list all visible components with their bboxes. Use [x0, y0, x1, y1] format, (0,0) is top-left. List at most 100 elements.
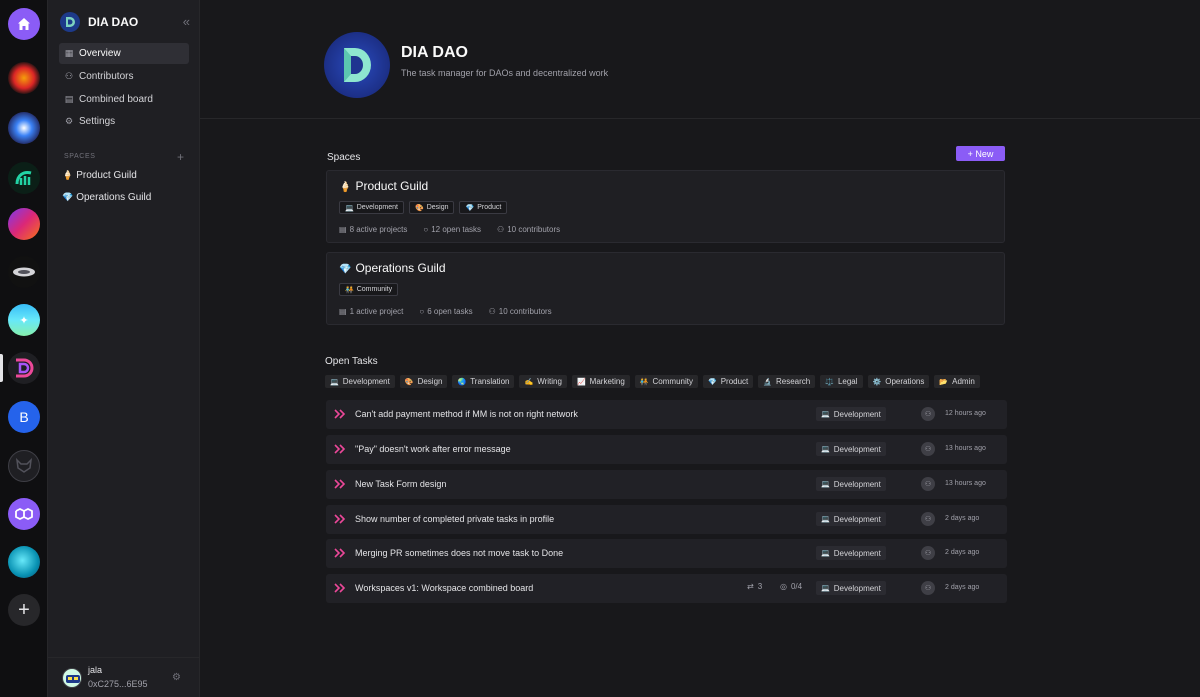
stat-value: 12 open tasks	[431, 225, 482, 234]
task-row[interactable]: Merging PR sometimes does not move task …	[326, 539, 1007, 568]
chart-icon: 📈	[576, 378, 586, 386]
assignee-avatar-icon[interactable]: ⚇	[921, 581, 935, 595]
nav-item-contributors[interactable]: ⚇ Contributors	[59, 66, 189, 87]
task-row[interactable]: Workspaces v1: Workspace combined board …	[326, 574, 1007, 603]
assignee-avatar-icon[interactable]: ⚇	[921, 442, 935, 456]
workspace-avatar-3[interactable]	[8, 162, 40, 194]
tag-development[interactable]: 💻 Development	[339, 201, 404, 214]
assignee-avatar-icon[interactable]: ⚇	[921, 477, 935, 491]
filter-product[interactable]: 💎 Product	[702, 375, 754, 388]
org-name: DIA DAO	[88, 15, 139, 29]
task-tag[interactable]: 💻 Development	[816, 512, 886, 526]
plus-icon: +	[18, 598, 30, 621]
add-space-icon[interactable]: +	[177, 150, 184, 164]
filter-label: Development	[342, 377, 390, 386]
workspace-avatar-bird[interactable]	[8, 546, 40, 578]
subtask-value: 0/4	[790, 582, 803, 591]
filter-legal[interactable]: ⚖️ Legal	[820, 375, 863, 388]
space-card-tags: 🧑‍🤝‍🧑 Community	[339, 283, 399, 296]
projects-icon: ▤	[339, 307, 347, 316]
filter-marketing[interactable]: 📈 Marketing	[571, 375, 630, 388]
dework-logo-icon	[16, 358, 34, 378]
user-name: jala	[88, 665, 103, 675]
task-row[interactable]: Can't add payment method if MM is not on…	[326, 400, 1007, 429]
sidebar-space-operations-guild[interactable]: 💎 Operations Guild	[62, 192, 151, 203]
tag-label: Development	[356, 204, 398, 211]
circle-icon: ○	[423, 225, 429, 234]
workspace-avatar-5[interactable]	[8, 256, 40, 288]
filter-development[interactable]: 💻 Development	[325, 375, 395, 388]
spaces-heading: Spaces	[327, 152, 361, 163]
filter-writing[interactable]: ✍️ Writing	[519, 375, 567, 388]
workspace-avatar-b[interactable]: B	[8, 401, 40, 433]
filter-admin[interactable]: 📂 Admin	[934, 375, 980, 388]
assignee-avatar-icon[interactable]: ⚇	[921, 512, 935, 526]
filter-operations[interactable]: ⚙️ Operations	[867, 375, 930, 388]
priority-chevrons-icon	[334, 409, 346, 419]
priority-chevrons-icon	[334, 548, 346, 558]
task-timestamp: 2 days ago	[945, 549, 980, 556]
filter-community[interactable]: 🧑‍🤝‍🧑 Community	[634, 375, 698, 388]
add-workspace-button[interactable]: +	[8, 594, 40, 626]
space-emoji: 🍦	[339, 182, 352, 193]
task-tag-label: Development	[833, 548, 881, 558]
space-card-operations-guild[interactable]: 💎 Operations Guild 🧑‍🤝‍🧑 Community ▤ 1 acti…	[326, 252, 1005, 325]
assignee-avatar-icon[interactable]: ⚇	[921, 407, 935, 421]
dework-workspace-button[interactable]	[8, 352, 40, 384]
filter-label: Design	[417, 377, 443, 386]
laptop-icon: 💻	[330, 378, 339, 386]
task-timestamp: 13 hours ago	[945, 480, 986, 487]
task-tag[interactable]: 💻 Development	[816, 407, 886, 421]
nav-item-overview[interactable]: ▦ Overview	[59, 43, 189, 64]
nav-item-combined-board[interactable]: ▤ Combined board	[59, 89, 189, 110]
globe-icon: 🌏	[457, 378, 467, 386]
space-label: Operations Guild	[76, 192, 152, 203]
org-header[interactable]: DIA DAO «	[60, 11, 190, 33]
task-tag[interactable]: 💻 Development	[816, 477, 886, 491]
tag-design[interactable]: 🎨 Design	[408, 201, 455, 214]
space-card-stats: ▤ 8 active projects ○ 12 open tasks ⚇ 10 co…	[339, 225, 560, 234]
space-card-product-guild[interactable]: 🍦 Product Guild 💻 Development 🎨 Design 💎 Pro…	[326, 170, 1005, 243]
workspace-avatar-polygon[interactable]	[8, 498, 40, 530]
filter-design[interactable]: 🎨 Design	[399, 375, 448, 388]
workspace-avatar-2[interactable]	[8, 112, 40, 144]
sidebar-space-product-guild[interactable]: 🍦 Product Guild	[62, 170, 137, 181]
task-tag[interactable]: 💻 Development	[816, 581, 886, 595]
scales-icon: ⚖️	[825, 378, 834, 386]
user-settings-gear-icon[interactable]: ⚙	[172, 672, 181, 683]
task-tag-label: Development	[833, 444, 881, 454]
pull-request-icon: ⇄	[747, 582, 754, 591]
task-tag[interactable]: 💻 Development	[816, 546, 886, 560]
home-workspace-button[interactable]	[8, 8, 40, 40]
task-title: Workspaces v1: Workspace combined board	[355, 583, 534, 593]
org-hero-logo	[324, 32, 390, 98]
workspace-avatar-4[interactable]	[8, 208, 40, 240]
workspace-rail: ✦ B +	[0, 0, 48, 697]
workspace-avatar-1[interactable]	[8, 62, 40, 94]
nav-item-settings[interactable]: ⚙ Settings	[59, 111, 189, 132]
priority-chevrons-icon	[334, 479, 346, 489]
task-row[interactable]: New Task Form design 💻 Development ⚇ 13 h…	[326, 470, 1007, 499]
filter-research[interactable]: 🔬 Research	[758, 375, 816, 388]
task-title: "Pay" doesn't work after error message	[355, 444, 511, 454]
user-wallet-address: 0xC275...6E95	[88, 679, 148, 689]
filter-label: Community	[652, 377, 693, 386]
task-tag[interactable]: 💻 Development	[816, 442, 886, 456]
task-title: Merging PR sometimes does not move task …	[355, 548, 564, 558]
new-space-button[interactable]: + New	[956, 146, 1005, 161]
open-tasks-heading: Open Tasks	[325, 356, 378, 367]
laptop-icon: 💻	[821, 411, 830, 418]
filter-translation[interactable]: 🌏 Translation	[452, 375, 515, 388]
tag-product[interactable]: 💎 Product	[459, 201, 508, 214]
task-timestamp: 2 days ago	[945, 515, 980, 522]
assignee-avatar-icon[interactable]: ⚇	[921, 546, 935, 560]
tag-community[interactable]: 🧑‍🤝‍🧑 Community	[339, 283, 399, 296]
space-emoji: 💎	[339, 264, 352, 275]
workspace-avatar-6[interactable]: ✦	[8, 304, 40, 336]
task-row[interactable]: Show number of completed private tasks i…	[326, 505, 1007, 534]
collapse-sidebar-icon[interactable]: «	[183, 14, 190, 29]
user-profile[interactable]: jala 0xC275...6E95 ⚙	[48, 657, 200, 697]
workspace-avatar-fox[interactable]	[8, 450, 40, 482]
space-card-title: 🍦 Product Guild	[339, 179, 428, 193]
task-row[interactable]: "Pay" doesn't work after error message 💻…	[326, 435, 1007, 464]
